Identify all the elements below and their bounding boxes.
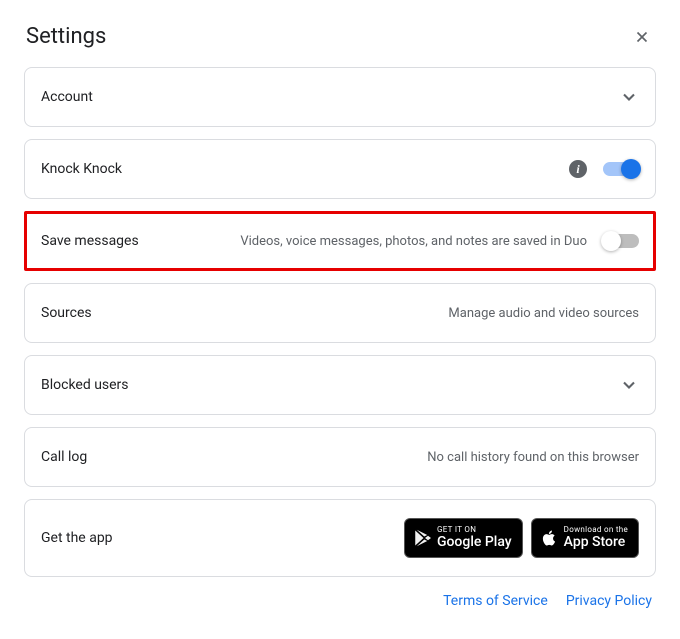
call-log-row: Call log No call history found on this b… <box>24 427 656 487</box>
call-log-label: Call log <box>41 449 87 465</box>
close-button[interactable] <box>630 25 654 49</box>
close-icon <box>633 28 651 46</box>
sources-desc: Manage audio and video sources <box>448 306 639 321</box>
app-store-button[interactable]: Download on the App Store <box>531 518 639 558</box>
account-label: Account <box>41 89 93 105</box>
apple-icon <box>540 528 558 548</box>
sources-label: Sources <box>41 305 92 321</box>
sources-row[interactable]: Sources Manage audio and video sources <box>24 283 656 343</box>
blocked-users-label: Blocked users <box>41 377 129 393</box>
google-play-icon <box>413 528 431 548</box>
chevron-down-icon <box>619 375 639 395</box>
knock-knock-row: Knock Knock i <box>24 139 656 199</box>
chevron-down-icon <box>619 87 639 107</box>
get-app-row: Get the app GET IT ON Google Play Downlo… <box>24 499 656 577</box>
app-store-large: App Store <box>564 535 628 550</box>
page-title: Settings <box>26 24 106 49</box>
save-messages-desc: Videos, voice messages, photos, and note… <box>240 234 587 249</box>
google-play-button[interactable]: GET IT ON Google Play <box>404 518 523 558</box>
account-row[interactable]: Account <box>24 67 656 127</box>
footer-links: Terms of Service Privacy Policy <box>24 589 656 609</box>
blocked-users-row[interactable]: Blocked users <box>24 355 656 415</box>
save-messages-label: Save messages <box>41 233 139 249</box>
save-messages-toggle[interactable] <box>603 234 639 248</box>
knock-knock-toggle[interactable] <box>603 162 639 176</box>
knock-knock-label: Knock Knock <box>41 161 122 177</box>
call-log-desc: No call history found on this browser <box>427 450 639 465</box>
privacy-link[interactable]: Privacy Policy <box>566 593 652 609</box>
info-icon[interactable]: i <box>569 160 587 178</box>
get-app-label: Get the app <box>41 530 113 546</box>
settings-header: Settings <box>24 24 656 49</box>
google-play-large: Google Play <box>437 535 512 550</box>
terms-link[interactable]: Terms of Service <box>443 593 548 609</box>
save-messages-row: Save messages Videos, voice messages, ph… <box>24 211 656 271</box>
